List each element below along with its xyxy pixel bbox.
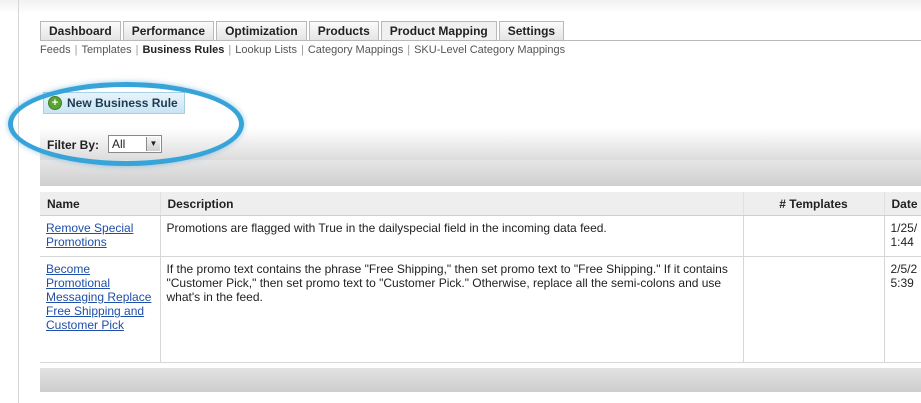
- table-header-row: Name Description # Templates Date: [40, 192, 921, 216]
- rule-template-count: [743, 256, 885, 363]
- tab-divider: [40, 40, 921, 41]
- filter-selected-value: All: [112, 137, 126, 151]
- rule-date-time: 1:44: [890, 235, 914, 249]
- tab-settings[interactable]: Settings: [498, 21, 565, 40]
- tab-products[interactable]: Products: [308, 21, 379, 40]
- subnav-lookup-lists[interactable]: Lookup Lists: [235, 44, 297, 56]
- rule-date-day: 1/25/: [890, 221, 918, 235]
- filter-label: Filter By:: [47, 138, 100, 152]
- rule-name-link[interactable]: Remove Special Promotions: [46, 221, 133, 249]
- column-header-templates[interactable]: # Templates: [743, 192, 885, 216]
- table-footer-bar: [40, 368, 921, 392]
- subnav-separator: |: [407, 44, 411, 56]
- subnav-separator: |: [228, 44, 232, 56]
- subnav-sku-level-category-mappings[interactable]: SKU-Level Category Mappings: [414, 44, 565, 56]
- table-row: Remove Special Promotions Promotions are…: [40, 215, 921, 257]
- table-row: Become Promotional Messaging Replace Fre…: [40, 256, 921, 363]
- tab-optimization[interactable]: Optimization: [216, 21, 307, 40]
- business-rules-table: Name Description # Templates Date Remove…: [40, 192, 921, 363]
- subnav-business-rules[interactable]: Business Rules: [142, 44, 224, 56]
- tab-dashboard[interactable]: Dashboard: [40, 21, 121, 40]
- column-header-name[interactable]: Name: [40, 192, 161, 216]
- rule-date-day: 2/5/2: [890, 262, 918, 276]
- new-business-rule-label: New Business Rule: [67, 96, 178, 110]
- table-toolbar: [40, 160, 921, 186]
- subnav-separator: |: [135, 44, 139, 56]
- rule-description: If the promo text contains the phrase "F…: [160, 256, 744, 363]
- filter-bar: Filter By: All ▼: [40, 128, 921, 160]
- subnav-separator: |: [300, 44, 304, 56]
- subnav-separator: |: [74, 44, 78, 56]
- subnav-category-mappings[interactable]: Category Mappings: [308, 44, 403, 56]
- filter-select[interactable]: All ▼: [108, 135, 162, 153]
- rule-date: 1/25/1:44: [884, 215, 921, 257]
- column-header-description[interactable]: Description: [160, 192, 744, 216]
- dropdown-arrow-icon[interactable]: ▼: [146, 137, 160, 151]
- rule-date: 2/5/2 5:39: [884, 256, 921, 363]
- tab-product-mapping[interactable]: Product Mapping: [380, 21, 497, 40]
- rule-date-time: 5:39: [890, 276, 914, 290]
- column-header-date[interactable]: Date: [884, 192, 921, 216]
- tab-performance[interactable]: Performance: [122, 21, 215, 40]
- rule-name-cell: Become Promotional Messaging Replace Fre…: [40, 256, 161, 363]
- rule-name-cell: Remove Special Promotions: [40, 215, 161, 257]
- new-business-rule-button[interactable]: + New Business Rule: [43, 92, 185, 114]
- plus-circle-icon: +: [48, 96, 62, 110]
- subnav-feeds[interactable]: Feeds: [40, 44, 71, 56]
- main-tabs: Dashboard Performance Optimization Produ…: [40, 21, 566, 40]
- rule-name-link[interactable]: Become Promotional Messaging Replace Fre…: [46, 262, 151, 332]
- subnav-templates[interactable]: Templates: [81, 44, 131, 56]
- sub-navigation: Feeds | Templates | Business Rules | Lookup Li…: [40, 44, 565, 56]
- rule-description: Promotions are flagged with True in the …: [160, 215, 744, 257]
- rule-template-count: [743, 215, 885, 257]
